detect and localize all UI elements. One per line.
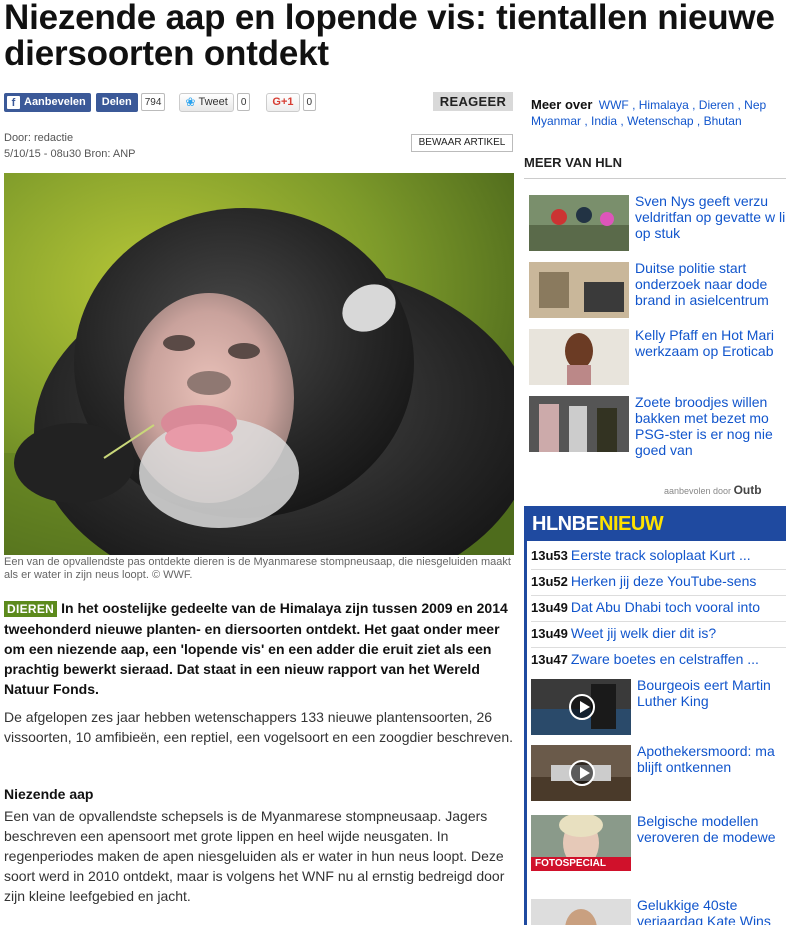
more-item[interactable]: Duitse politie start onderzoek naar dode…: [529, 260, 786, 322]
video-title: Bourgeois eert Martin Luther King: [637, 677, 771, 709]
hln-brand: HLNBE: [532, 513, 599, 535]
play-icon: [569, 760, 595, 786]
outbrain-logo: Outb: [733, 483, 762, 497]
divider: [531, 595, 786, 596]
thumbnail: [531, 745, 631, 801]
more-item-title: Zoete broodjes willen bakken met bezet m…: [635, 394, 773, 458]
news-time: 13u53: [531, 548, 568, 563]
divider: [531, 569, 786, 570]
more-item[interactable]: Sven Nys geeft verzu veldritfan op gevat…: [529, 193, 786, 255]
byline: Door: redactie 5/10/15 - 08u30 Bron: ANP: [4, 130, 135, 162]
news-title: Zware boetes en celstraffen ...: [570, 651, 759, 667]
thumbnail: [529, 329, 629, 385]
video-title: Belgische modellen veroveren de modewe: [637, 813, 776, 845]
facebook-share-button[interactable]: Delen: [95, 92, 138, 112]
divider: [524, 178, 786, 179]
video-item[interactable]: Apothekersmoord: ma blijft ontkennen: [531, 743, 786, 805]
tag-link[interactable]: India: [591, 114, 617, 128]
news-title: Eerste track soloplaat Kurt ...: [570, 547, 751, 563]
article-paragraph-2: Een van de opvallendste schepsels is de …: [4, 808, 505, 904]
comment-button[interactable]: REAGEER: [433, 92, 513, 111]
news-time: 13u52: [531, 574, 568, 589]
thumbnail: [531, 899, 631, 925]
facebook-icon: f: [7, 95, 20, 109]
fotospecial-badge: FOTOSPECIAL: [531, 857, 631, 871]
news-time: 13u47: [531, 652, 568, 667]
divider: [531, 621, 786, 622]
more-from-hln-heading: MEER VAN HLN: [524, 155, 622, 170]
tag-link[interactable]: Nep: [744, 98, 766, 112]
video-title: Gelukkige 40ste verjaardag Kate Wins: [637, 897, 771, 925]
facebook-recommend-button[interactable]: f Aanbevelen: [4, 92, 91, 112]
news-title: Weet jij welk dier dit is?: [570, 625, 717, 641]
article-hero-image[interactable]: [4, 173, 514, 555]
article-paragraph-1: De afgelopen zes jaar hebben wetenschapp…: [4, 709, 513, 745]
tag-link[interactable]: Wetenschap: [627, 114, 694, 128]
hln-nieuw-box: HLNBE NIEUW 13u53 Eerste track soloplaat …: [524, 506, 786, 925]
thumbnail: FOTOSPECIAL: [531, 815, 631, 871]
author: Door: redactie: [4, 132, 74, 144]
tweet-count: 0: [236, 93, 251, 111]
lead-text: In het oostelijke gedeelte van de Himala…: [4, 600, 508, 697]
play-icon: [569, 694, 595, 720]
article-lead: DIEREN In het oostelijke gedeelte van de …: [4, 598, 514, 699]
news-title: Dat Abu Dhabi toch vooral into: [570, 599, 760, 615]
tweet-label: Tweet: [198, 96, 228, 108]
facebook-recommend-label: Aanbevelen: [24, 96, 86, 108]
google-plus-count: 0: [302, 93, 317, 111]
article-subhead: Niezende aap: [4, 786, 94, 802]
tag-link[interactable]: Himalaya: [639, 98, 689, 112]
news-time: 13u49: [531, 600, 568, 615]
nieuw-label: NIEUW: [599, 513, 664, 535]
date-source: 5/10/15 - 08u30 Bron: ANP: [4, 148, 136, 160]
news-time: 13u49: [531, 626, 568, 641]
video-item[interactable]: Gelukkige 40ste verjaardag Kate Wins: [531, 897, 786, 925]
news-title: Herken jij deze YouTube-sens: [570, 573, 757, 589]
news-item[interactable]: 13u53 Eerste track soloplaat Kurt ...: [531, 545, 786, 565]
tag-link[interactable]: Bhutan: [704, 114, 742, 128]
tag-link[interactable]: Myanmar: [531, 114, 581, 128]
news-item[interactable]: 13u49 Dat Abu Dhabi toch vooral into: [531, 597, 786, 617]
more-item[interactable]: Zoete broodjes willen bakken met bezet m…: [529, 394, 786, 458]
related-tags-label: Meer over: [531, 97, 593, 112]
news-item[interactable]: 13u52 Herken jij deze YouTube-sens: [531, 571, 786, 591]
divider: [531, 647, 786, 648]
more-item-title: Duitse politie start onderzoek naar dode…: [635, 260, 769, 308]
tag-link[interactable]: WWF: [599, 98, 629, 112]
hln-nieuw-header[interactable]: HLNBE NIEUW: [527, 509, 786, 541]
article-title: Niezende aap en lopende vis: tientallen …: [4, 0, 775, 73]
more-item-title: Sven Nys geeft verzu veldritfan op gevat…: [635, 193, 786, 241]
news-item[interactable]: 13u49 Weet jij welk dier dit is?: [531, 623, 786, 643]
social-share-bar: f Aanbevelen Delen 794 ❀ Tweet 0 G+1 0: [4, 92, 317, 112]
outbrain-credit[interactable]: aanbevolen door Outb: [664, 483, 762, 497]
video-item[interactable]: FOTOSPECIAL Belgische modellen veroveren…: [531, 813, 786, 875]
tweet-button[interactable]: ❀ Tweet: [179, 92, 234, 112]
video-title: Apothekersmoord: ma blijft ontkennen: [637, 743, 775, 775]
thumbnail: [531, 679, 631, 735]
video-item[interactable]: Bourgeois eert Martin Luther King: [531, 677, 786, 739]
google-plus-button[interactable]: G+1: [266, 92, 300, 112]
tag-link[interactable]: Dieren: [699, 98, 734, 112]
thumbnail: [529, 262, 629, 318]
more-item[interactable]: Kelly Pfaff en Hot Mari werkzaam op Erot…: [529, 327, 786, 389]
snub-nosed-monkey-photo: [4, 173, 514, 555]
category-tag[interactable]: DIEREN: [4, 601, 58, 617]
more-item-title: Kelly Pfaff en Hot Mari werkzaam op Erot…: [635, 327, 775, 359]
news-item[interactable]: 13u47 Zware boetes en celstraffen ...: [531, 649, 786, 669]
outbrain-prefix: aanbevolen door: [664, 486, 732, 496]
thumbnail: [529, 396, 629, 452]
image-caption: Een van de opvallendste pas ontdekte die…: [4, 556, 511, 581]
twitter-bird-icon: ❀: [185, 95, 196, 109]
facebook-share-count: 794: [140, 93, 166, 111]
thumbnail: [529, 195, 629, 251]
related-tags: Meer over WWF , Himalaya , Dieren , Nep …: [531, 97, 767, 128]
save-article-button[interactable]: BEWAAR ARTIKEL: [411, 134, 513, 152]
